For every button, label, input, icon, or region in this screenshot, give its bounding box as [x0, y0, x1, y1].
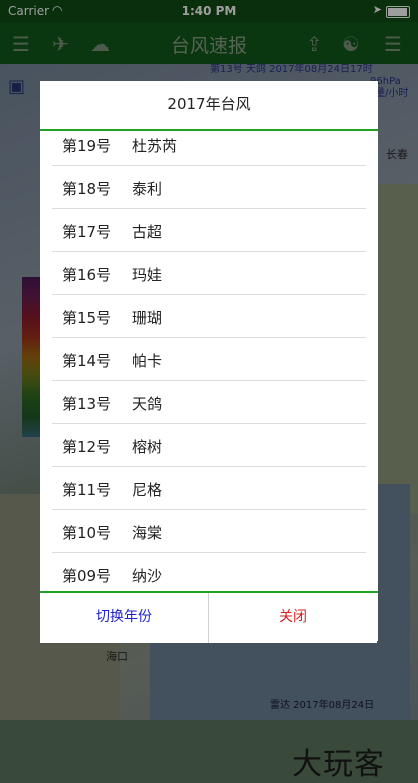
typhoon-number: 第13号: [62, 395, 112, 413]
typhoon-number: 第19号: [62, 137, 112, 155]
typhoon-list-item[interactable]: 第11号 尼格: [52, 467, 366, 510]
typhoon-name: 泰利: [132, 180, 163, 198]
typhoon-number: 第11号: [62, 481, 112, 499]
typhoon-number: 第10号: [62, 524, 112, 542]
typhoon-name: 纳沙: [132, 567, 163, 585]
watermark-text: 大玩客: [292, 747, 385, 782]
typhoon-year-dialog: 2017年台风 第19号 杜苏芮 第18号 泰利 第17号 古超 第16号 玛娃…: [40, 81, 378, 643]
typhoon-name: 海棠: [132, 524, 163, 542]
typhoon-list-item[interactable]: 第13号 天鸽: [52, 381, 366, 424]
typhoon-name: 玛娃: [132, 266, 163, 284]
typhoon-list-item[interactable]: 第14号 帕卡: [52, 338, 366, 381]
typhoon-name: 天鸽: [132, 395, 163, 413]
typhoon-number: 第17号: [62, 223, 112, 241]
typhoon-name: 古超: [132, 223, 163, 241]
typhoon-list-item[interactable]: 第10号 海棠: [52, 510, 366, 553]
typhoon-name: 珊瑚: [132, 309, 163, 327]
typhoon-name: 杜苏芮: [132, 137, 178, 155]
typhoon-list-item[interactable]: 第17号 古超: [52, 209, 366, 252]
typhoon-list[interactable]: 第19号 杜苏芮 第18号 泰利 第17号 古超 第16号 玛娃 第15号 珊瑚…: [40, 131, 378, 591]
typhoon-number: 第12号: [62, 438, 112, 456]
typhoon-number: 第16号: [62, 266, 112, 284]
dialog-title: 2017年台风: [40, 81, 378, 131]
typhoon-list-item[interactable]: 第16号 玛娃: [52, 252, 366, 295]
typhoon-name: 尼格: [132, 481, 163, 499]
typhoon-list-item[interactable]: 第09号 纳沙: [52, 553, 366, 591]
typhoon-list-item[interactable]: 第12号 榕树: [52, 424, 366, 467]
typhoon-number: 第09号: [62, 567, 112, 585]
typhoon-name: 榕树: [132, 438, 163, 456]
typhoon-list-item[interactable]: 第18号 泰利: [52, 166, 366, 209]
dialog-footer: 切换年份 关闭: [40, 591, 378, 643]
typhoon-number: 第15号: [62, 309, 112, 327]
switch-year-button[interactable]: 切换年份: [40, 593, 209, 643]
close-button[interactable]: 关闭: [209, 593, 377, 643]
typhoon-name: 帕卡: [132, 352, 163, 370]
typhoon-list-item[interactable]: 第19号 杜苏芮: [52, 131, 366, 166]
typhoon-number: 第18号: [62, 180, 112, 198]
typhoon-number: 第14号: [62, 352, 112, 370]
typhoon-list-item[interactable]: 第15号 珊瑚: [52, 295, 366, 338]
